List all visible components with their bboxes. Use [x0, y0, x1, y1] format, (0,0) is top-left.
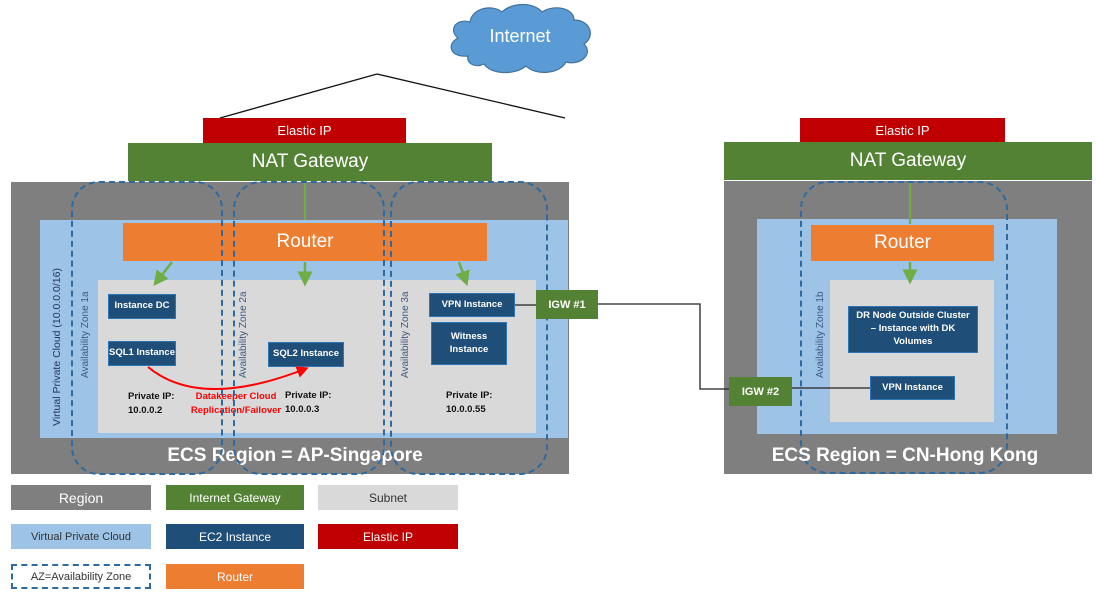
az-2a-label: Availability Zone 2a	[238, 291, 249, 378]
internet-to-hongkong-line	[376, 73, 566, 119]
singapore-elastic-ip: Elastic IP	[203, 118, 406, 143]
legend-region: Region	[11, 485, 151, 510]
az-1a-label: Availability Zone 1a	[80, 291, 91, 378]
availability-zone-3a	[390, 181, 548, 475]
az-3a-label: Availability Zone 3a	[400, 291, 411, 378]
vpn-tunnel-line	[598, 303, 729, 390]
hongkong-elastic-ip: Elastic IP	[800, 118, 1005, 142]
legend-vpc: Virtual Private Cloud	[11, 524, 151, 549]
igw-1[interactable]: IGW #1	[536, 290, 598, 319]
internet-to-singapore-line	[219, 73, 378, 119]
singapore-nat-gateway: NAT Gateway	[128, 143, 492, 181]
legend-ec2-instance: EC2 Instance	[166, 524, 304, 549]
hongkong-nat-gateway: NAT Gateway	[724, 142, 1092, 180]
az-1b-label: Availability Zone 1b	[815, 291, 826, 378]
igw-2[interactable]: IGW #2	[729, 377, 792, 406]
legend-availability-zone: AZ=Availability Zone	[11, 564, 151, 589]
availability-zone-2a	[233, 181, 385, 475]
availability-zone-1b	[800, 181, 1008, 474]
legend-router: Router	[166, 564, 304, 589]
singapore-vpc-label: Virtual Private Cloud (10.0.0.0/16)	[51, 268, 63, 426]
legend-internet-gateway: Internet Gateway	[166, 485, 304, 510]
hongkong-region-title: ECS Region = CN-Hong Kong	[771, 445, 1039, 466]
availability-zone-1a	[71, 181, 223, 475]
internet-label: Internet	[489, 26, 551, 46]
legend-subnet: Subnet	[318, 485, 458, 510]
legend-elastic-ip: Elastic IP	[318, 524, 458, 549]
